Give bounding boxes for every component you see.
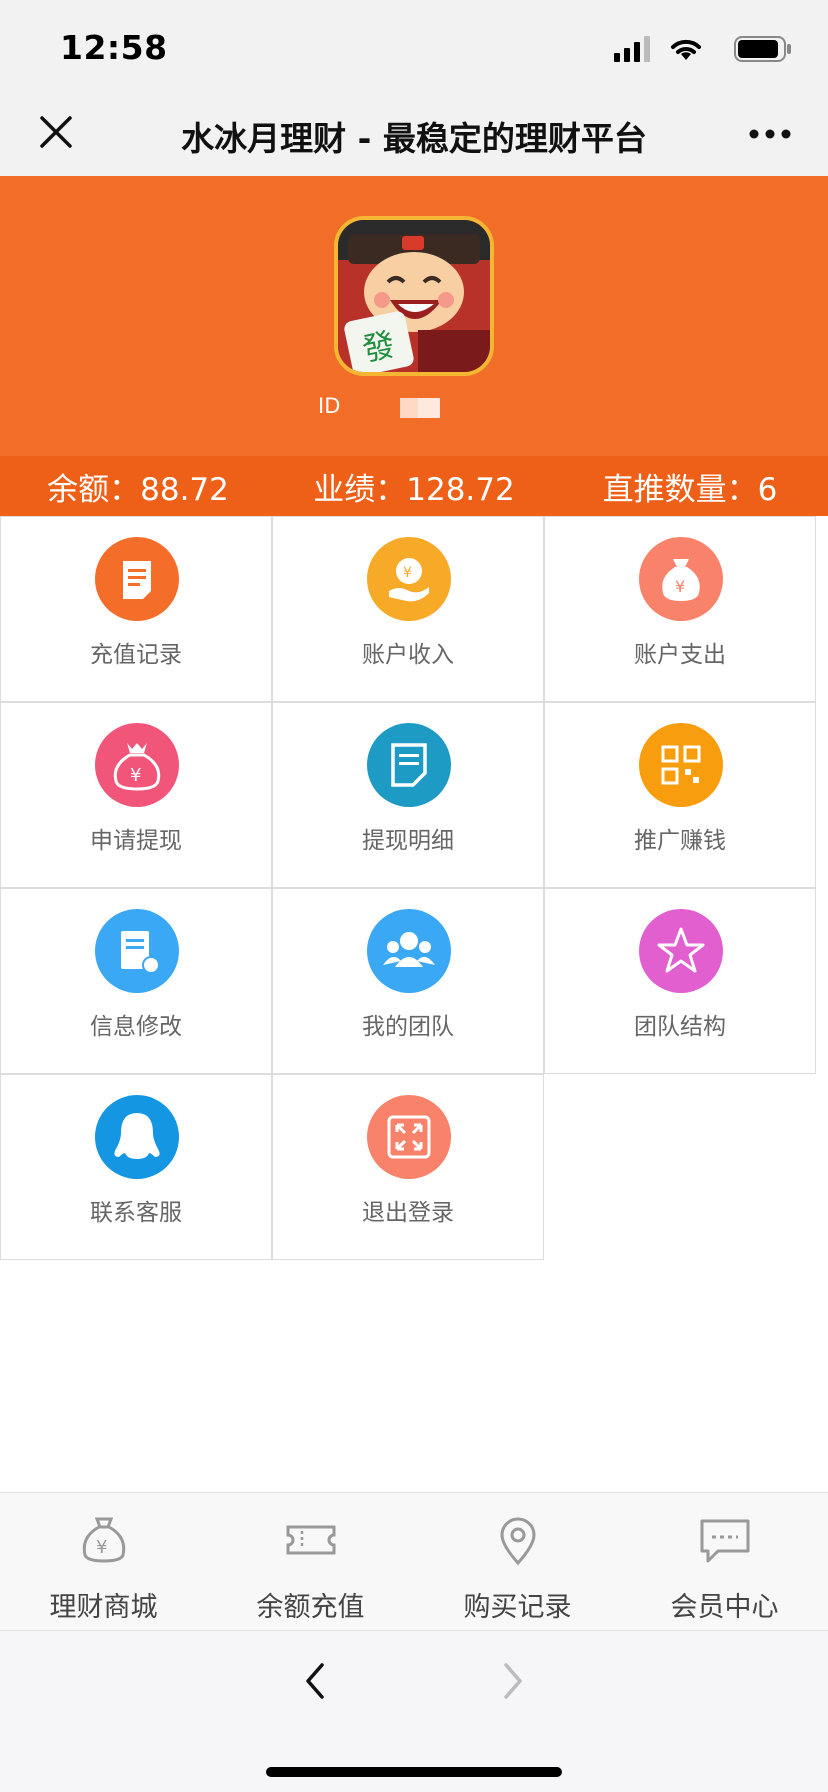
money-bag-icon: ¥	[639, 537, 723, 621]
location-pin-icon	[499, 1517, 536, 1566]
menu-item-my-team[interactable]: 我的团队	[272, 888, 544, 1074]
document-icon	[367, 723, 451, 807]
menu-item-label: 账户收入	[362, 642, 454, 668]
status-bar: 12:58	[0, 0, 828, 94]
back-arrow-icon[interactable]	[300, 1659, 330, 1703]
menu-item-label: 联系客服	[90, 1200, 182, 1226]
menu-item-label: 团队结构	[634, 1014, 726, 1040]
tab-label: 购买记录	[463, 1592, 572, 1623]
team-icon	[367, 909, 451, 993]
receipt-icon	[95, 537, 179, 621]
bottom-tab-bar: ¥ 理财商城 余额充值 购买记录 会员中心	[0, 1492, 828, 1630]
tab-member-center[interactable]: 会员中心	[621, 1493, 828, 1630]
expand-icon	[367, 1095, 451, 1179]
menu-item-label: 提现明细	[362, 828, 454, 854]
menu-item-contact-support[interactable]: 联系客服	[0, 1074, 272, 1260]
chat-bubble-icon	[700, 1519, 749, 1563]
tab-balance-recharge[interactable]: 余额充值	[207, 1493, 414, 1630]
stats-bar: 余额：88.72 业绩：128.72 直推数量：6	[0, 456, 828, 516]
edit-document-icon	[95, 909, 179, 993]
status-icons	[592, 36, 792, 62]
wifi-icon	[671, 39, 701, 60]
menu-item-label: 推广赚钱	[634, 828, 726, 854]
menu-item-label: 充值记录	[90, 642, 182, 668]
svg-text:¥: ¥	[675, 577, 685, 596]
battery-icon	[734, 36, 791, 62]
cellular-signal-icon	[614, 36, 650, 62]
qq-penguin-icon	[95, 1095, 179, 1179]
tab-purchase-records[interactable]: 购买记录	[414, 1493, 621, 1630]
mahjong-mascot-image: 發	[338, 220, 490, 372]
balance-stat: 余额：88.72	[47, 471, 229, 508]
tab-label: 会员中心	[670, 1592, 779, 1623]
menu-item-logout[interactable]: 退出登录	[272, 1074, 544, 1260]
star-icon	[639, 909, 723, 993]
menu-item-recharge-records[interactable]: 充值记录	[0, 516, 272, 702]
tab-finance-mall[interactable]: ¥ 理财商城	[0, 1493, 207, 1630]
money-bag-outline-icon: ¥	[82, 1517, 125, 1563]
more-options-icon[interactable]	[748, 128, 792, 140]
svg-text:¥: ¥	[96, 1537, 107, 1558]
income-hand-icon: ¥	[367, 537, 451, 621]
forward-arrow-icon[interactable]	[498, 1659, 528, 1703]
tab-label: 余额充值	[256, 1592, 365, 1623]
svg-text:¥: ¥	[403, 565, 412, 581]
ticket-icon	[286, 1525, 335, 1555]
performance-stat: 业绩：128.72	[313, 471, 515, 508]
menu-item-team-structure[interactable]: 团队结构	[544, 888, 816, 1074]
menu-item-label: 申请提现	[90, 828, 182, 854]
menu-item-label: 退出登录	[362, 1200, 454, 1226]
menu-item-label: 我的团队	[362, 1014, 454, 1040]
user-id-redacted-part	[400, 398, 418, 418]
nav-bar: 水冰月理财 - 最稳定的理财平台	[0, 94, 828, 176]
menu-item-edit-info[interactable]: 信息修改	[0, 888, 272, 1074]
menu-item-label: 信息修改	[90, 1014, 182, 1040]
direct-referrals-stat: 直推数量：6	[602, 471, 778, 508]
avatar[interactable]: 發	[334, 216, 494, 376]
status-time: 12:58	[60, 28, 168, 67]
menu-item-promote-earn[interactable]: 推广赚钱	[544, 702, 816, 888]
menu-item-apply-withdraw[interactable]: ¥ 申请提现	[0, 702, 272, 888]
browser-toolbar	[0, 1630, 828, 1792]
user-id-label: ID	[318, 394, 341, 418]
qr-code-icon	[639, 723, 723, 807]
page-title: 水冰月理财 - 最稳定的理财平台	[181, 119, 647, 158]
tab-label: 理财商城	[49, 1592, 158, 1623]
svg-text:¥: ¥	[130, 765, 141, 786]
menu-item-withdraw-details[interactable]: 提现明细	[272, 702, 544, 888]
profile-header: 發 ID	[0, 176, 828, 456]
menu-item-account-income[interactable]: ¥ 账户收入	[272, 516, 544, 702]
home-indicator	[266, 1767, 562, 1777]
withdraw-bag-icon: ¥	[95, 723, 179, 807]
screen: 12:58 水冰月理财 - 最稳定的理财平台 發 ID 余额：88.72 业绩：…	[0, 0, 828, 1792]
menu-item-label: 账户支出	[634, 642, 726, 668]
menu-item-account-expense[interactable]: ¥ 账户支出	[544, 516, 816, 702]
